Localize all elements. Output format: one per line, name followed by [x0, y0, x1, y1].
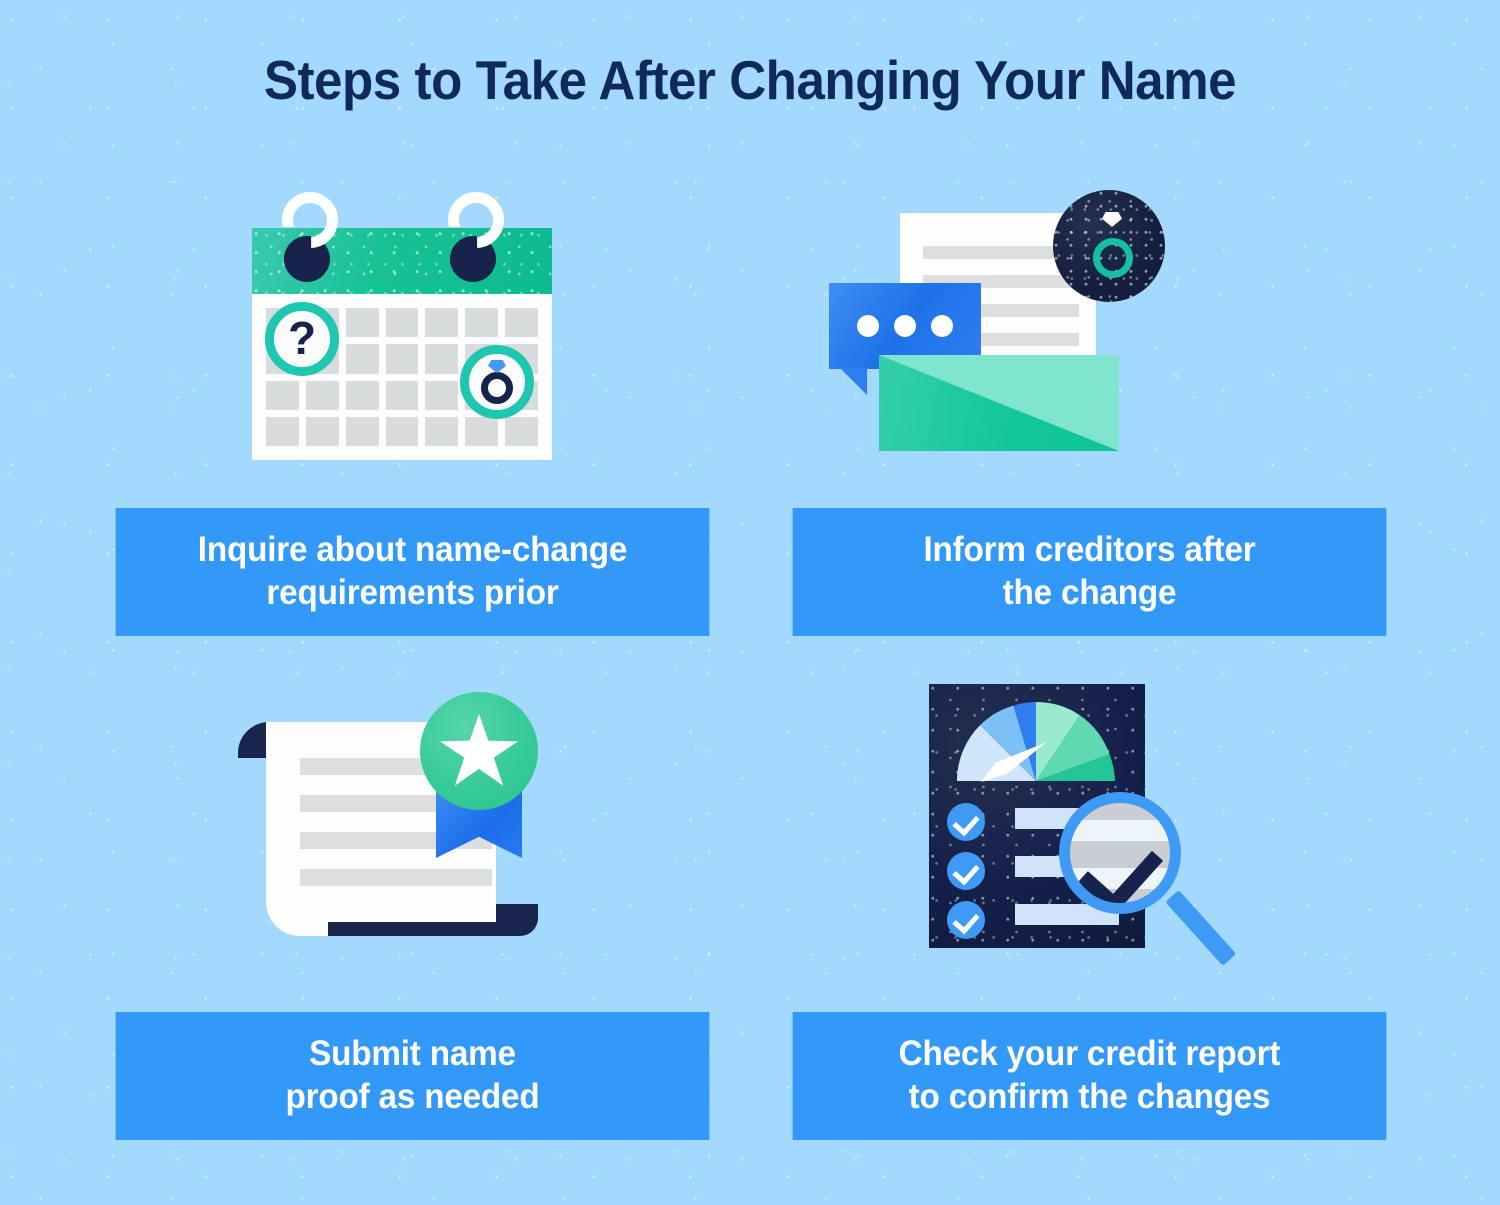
- magnifier-handle: [1165, 889, 1237, 966]
- checklist-item: [947, 852, 985, 890]
- checklist-item: [947, 803, 985, 841]
- credit-report-icon: [777, 670, 1402, 1000]
- step-4-caption-line-2: to confirm the changes: [908, 1077, 1271, 1116]
- step-card-2: Inform creditors after the change: [777, 172, 1402, 636]
- magnifying-glass-icon: [1059, 792, 1249, 977]
- ring-band: [481, 372, 513, 404]
- credit-score-gauge-icon: [957, 702, 1115, 781]
- page-title: Steps to Take After Changing Your Name: [263, 49, 1237, 111]
- question-mark-icon: ?: [265, 302, 339, 376]
- step-4-caption-line-1: Check your credit report: [898, 1034, 1281, 1074]
- check-icon: [947, 901, 985, 939]
- calendar-illustration: ?: [252, 190, 562, 480]
- step-card-4: Check your credit report to confirm the …: [777, 670, 1402, 1140]
- step-card-3: Submit name proof as needed: [100, 670, 725, 1140]
- question-mark-glyph: ?: [287, 311, 317, 364]
- step-1-caption-line-2: requirements prior: [266, 573, 559, 612]
- step-4-caption: Check your credit report to confirm the …: [792, 1012, 1387, 1140]
- envelope-icon: [879, 355, 1119, 451]
- checklist: [947, 803, 985, 953]
- ring-glyph: [477, 360, 517, 404]
- credit-report-illustration: [929, 684, 1259, 984]
- calendar-icon: ?: [100, 172, 725, 502]
- check-icon: [947, 852, 985, 890]
- ring-gem: [488, 360, 506, 373]
- ring-seal-icon: [1053, 190, 1165, 302]
- check-icon: [947, 803, 985, 841]
- certificate-icon: [100, 670, 725, 1000]
- step-2-caption-line-2: the change: [1002, 573, 1177, 612]
- certificate-bottom-curl: [266, 894, 328, 936]
- step-1-caption: Inquire about name-change requirements p…: [115, 508, 710, 636]
- creditor-notice-illustration: [807, 190, 1227, 490]
- step-1-caption-line-1: Inquire about name-change: [197, 530, 628, 570]
- step-2-caption: Inform creditors after the change: [792, 508, 1387, 636]
- letter-notification-icon: [777, 172, 1402, 502]
- award-medal-icon: [420, 692, 538, 810]
- ring-gem: [1102, 212, 1122, 227]
- step-3-caption: Submit name proof as needed: [115, 1012, 710, 1140]
- step-3-caption-line-2: proof as needed: [285, 1077, 540, 1116]
- star-icon: [440, 714, 518, 786]
- step-card-1: ? Inquire about name-change requirements…: [100, 172, 725, 636]
- certificate-illustration: [238, 682, 618, 982]
- checklist-item: [947, 901, 985, 939]
- ring-glyph: [1091, 212, 1133, 278]
- infographic-canvas: Steps to Take After Changing Your Name ?…: [0, 0, 1500, 1205]
- ring-band: [1093, 238, 1133, 278]
- magnifier-lens: [1059, 792, 1181, 914]
- step-2-caption-line-1: Inform creditors after: [923, 530, 1256, 570]
- step-3-caption-line-1: Submit name: [309, 1034, 516, 1074]
- wedding-ring-icon: [460, 345, 534, 419]
